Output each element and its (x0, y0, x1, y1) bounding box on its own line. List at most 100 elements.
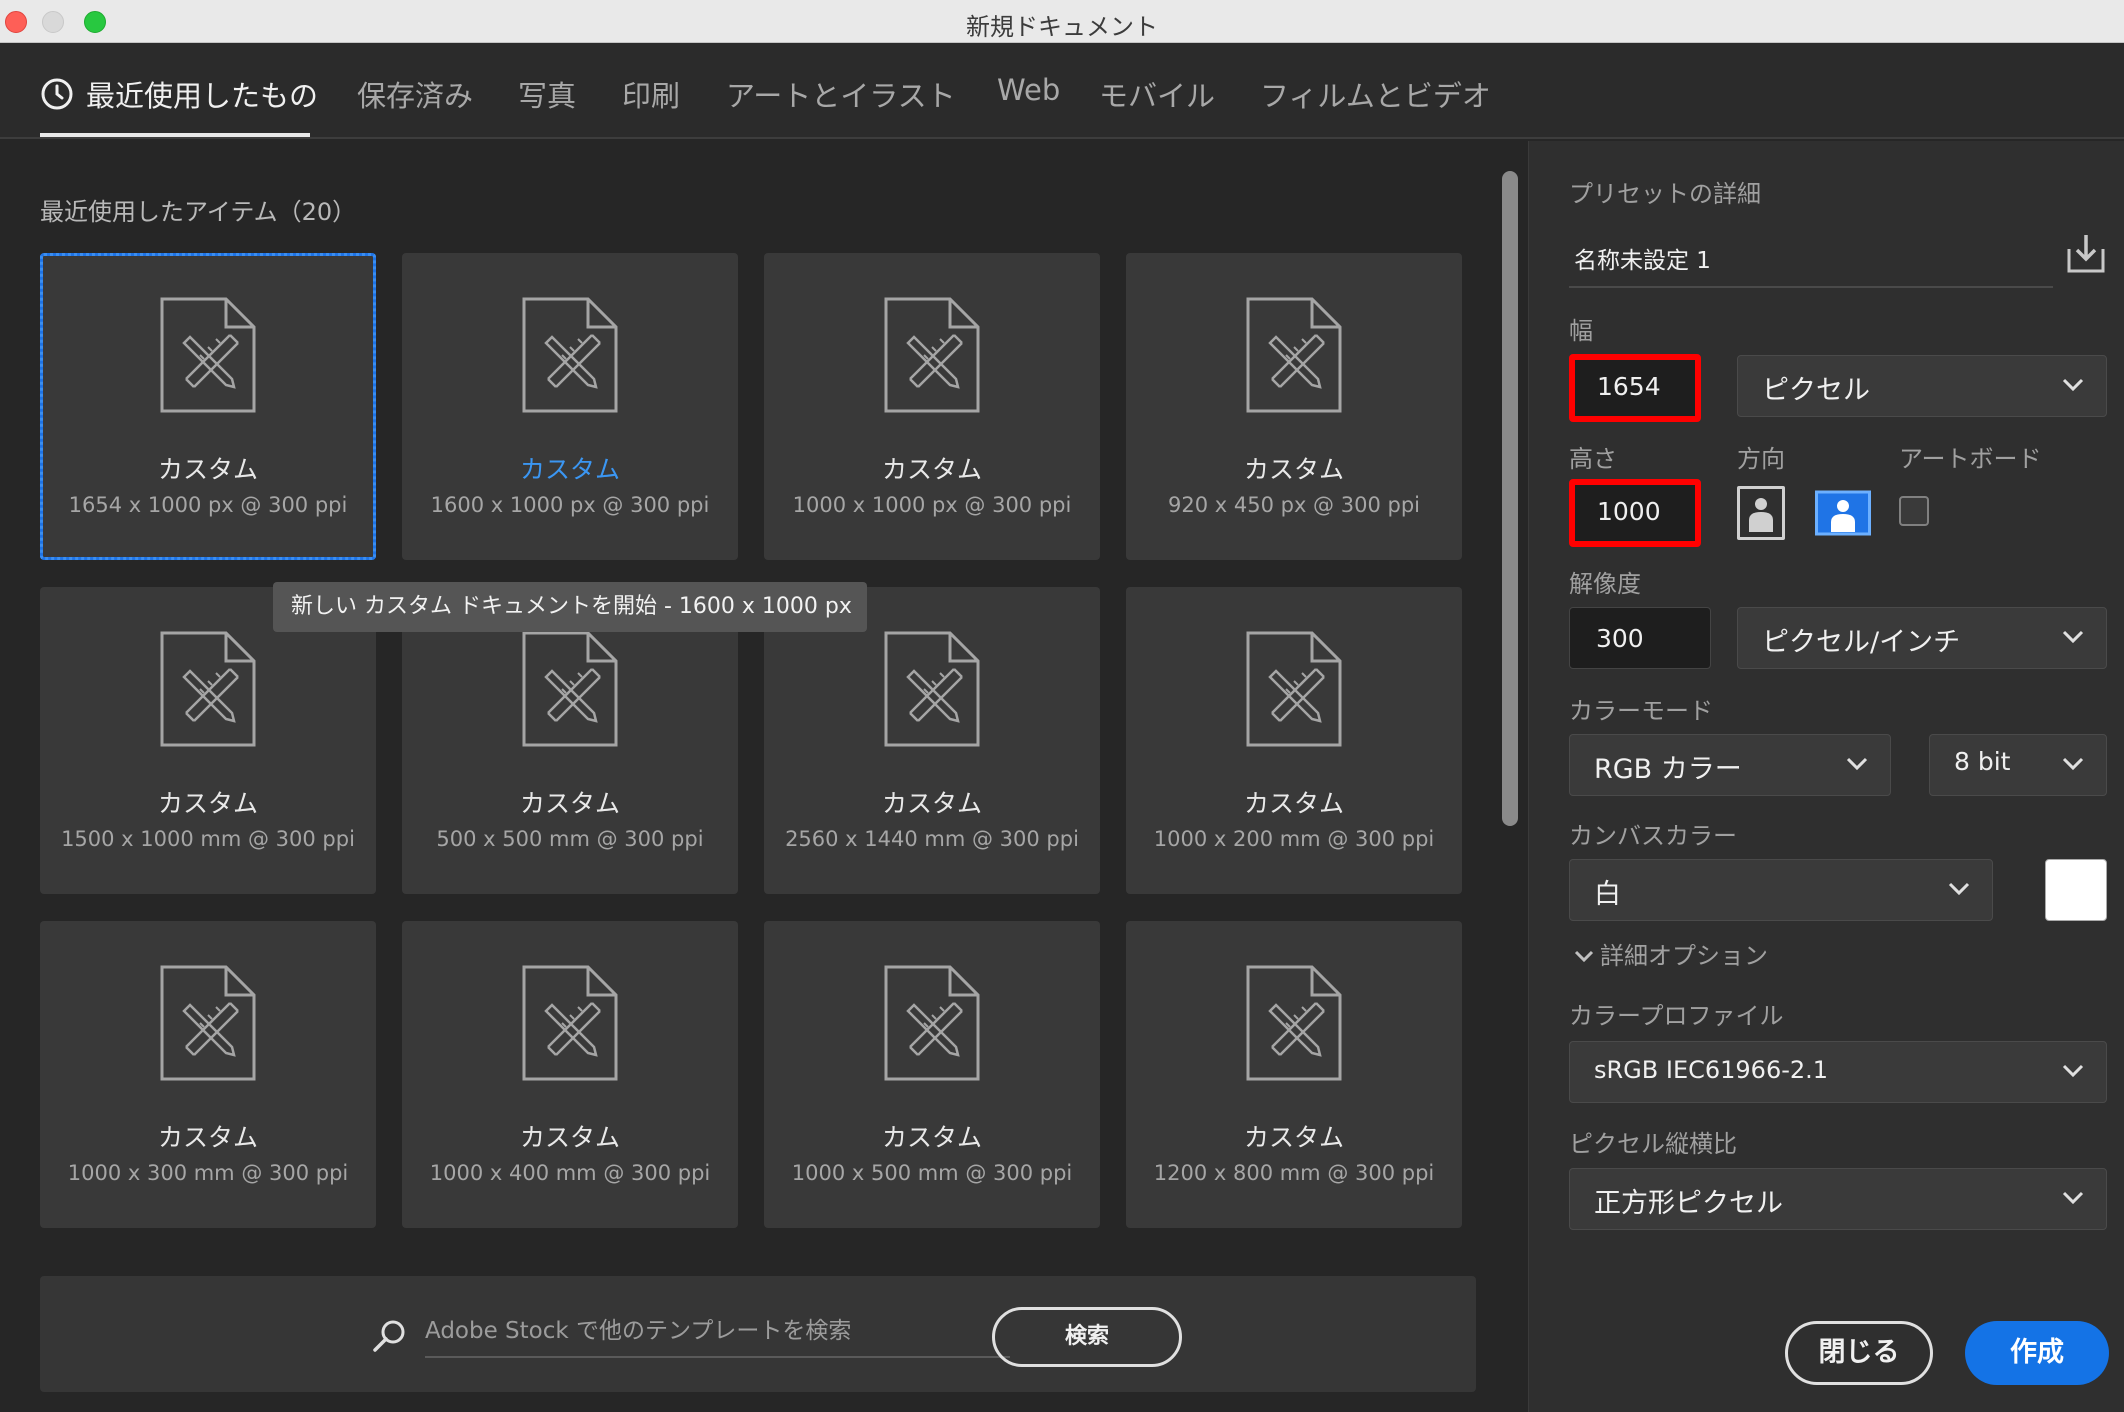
tab-saved[interactable]: 保存済み (357, 73, 473, 115)
tab-photo[interactable]: 写真 (518, 73, 576, 115)
height-input[interactable]: 1000 (1569, 479, 1701, 547)
document-name-underline (1569, 286, 2053, 288)
recent-item-name: カスタム (157, 789, 258, 818)
document-icon (884, 631, 980, 747)
document-icon (1246, 965, 1342, 1081)
recent-item-size: 1000 x 200 mm @ 300 ppi (1153, 827, 1435, 851)
chevron-down-icon (1948, 882, 1970, 896)
advanced-options-toggle[interactable]: 詳細オプション (1574, 936, 1768, 971)
tab-web[interactable]: Web (997, 73, 1060, 107)
document-icon (160, 631, 256, 747)
recent-item-card[interactable]: カスタム 1000 x 500 mm @ 300 ppi (764, 921, 1100, 1228)
bit-depth-select[interactable]: 8 bit (1929, 734, 2107, 796)
recent-item-name: カスタム (881, 1123, 982, 1152)
document-icon (522, 297, 618, 413)
recent-item-name: カスタム (1243, 455, 1344, 484)
canvas-color-select[interactable]: 白 (1569, 859, 1993, 921)
stock-search-input[interactable] (425, 1306, 1010, 1358)
document-name[interactable]: 名称未設定 1 (1574, 241, 1711, 275)
recent-item-card[interactable]: カスタム 1654 x 1000 px @ 300 ppi (40, 253, 376, 560)
recent-item-name: カスタム (519, 455, 620, 484)
color-mode-select[interactable]: RGB カラー (1569, 734, 1891, 796)
recent-item-card[interactable]: カスタム 1500 x 1000 mm @ 300 ppi (40, 587, 376, 894)
chevron-down-icon (2062, 378, 2084, 392)
recent-item-size: 920 x 450 px @ 300 ppi (1168, 493, 1420, 517)
active-tab-indicator (40, 133, 310, 137)
pixel-aspect-label: ピクセル縦横比 (1569, 1130, 1737, 1158)
chevron-down-icon (1574, 950, 1594, 963)
recent-item-name: カスタム (519, 789, 620, 818)
recent-item-size: 1200 x 800 mm @ 300 ppi (1153, 1161, 1435, 1185)
category-tabs: 最近使用したもの 保存済み 写真 印刷 アートとイラスト Web モバイル フィ… (0, 43, 2124, 139)
recent-item-card[interactable]: カスタム 1000 x 300 mm @ 300 ppi (40, 921, 376, 1228)
close-button[interactable]: 閉じる (1785, 1321, 1933, 1385)
artboard-label: アートボード (1899, 445, 2042, 473)
recent-item-name: カスタム (157, 455, 258, 484)
recent-item-card[interactable]: カスタム 1600 x 1000 px @ 300 ppi (402, 253, 738, 560)
tab-print[interactable]: 印刷 (622, 73, 680, 115)
search-icon (373, 1320, 405, 1352)
width-input[interactable]: 1654 (1569, 354, 1701, 422)
save-preset-icon[interactable] (2063, 231, 2109, 277)
recent-item-card[interactable]: カスタム 500 x 500 mm @ 300 ppi (402, 587, 738, 894)
recent-item-name: カスタム (1243, 1123, 1344, 1152)
title-bar: 新規ドキュメント (0, 0, 2124, 43)
stock-search-button[interactable]: 検索 (992, 1307, 1182, 1367)
recent-item-name: カスタム (1243, 789, 1344, 818)
resolution-label: 解像度 (1569, 570, 1641, 598)
recent-item-size: 1654 x 1000 px @ 300 ppi (68, 493, 348, 517)
document-icon (1246, 297, 1342, 413)
recent-item-size: 2560 x 1440 mm @ 300 ppi (785, 827, 1079, 851)
tab-film-video[interactable]: フィルムとビデオ (1260, 73, 1491, 115)
document-icon (1246, 631, 1342, 747)
document-icon (160, 965, 256, 1081)
preset-details-header: プリセットの詳細 (1569, 180, 1761, 208)
color-profile-select[interactable]: sRGB IEC61966-2.1 (1569, 1041, 2107, 1103)
create-button[interactable]: 作成 (1965, 1321, 2109, 1385)
document-icon (884, 297, 980, 413)
recent-item-size: 500 x 500 mm @ 300 ppi (436, 827, 704, 851)
recent-item-card[interactable]: カスタム 1000 x 1000 px @ 300 ppi (764, 253, 1100, 560)
recent-panel: 最近使用したアイテム（20） カスタム 1654 x 1000 px @ 300 … (0, 141, 1528, 1412)
recent-item-card[interactable]: カスタム 1200 x 800 mm @ 300 ppi (1126, 921, 1462, 1228)
artboard-checkbox[interactable] (1899, 496, 1929, 526)
recent-item-size: 1600 x 1000 px @ 300 ppi (430, 493, 710, 517)
landscape-orientation-icon[interactable] (1815, 486, 1871, 540)
chevron-down-icon (2062, 630, 2084, 644)
recent-item-size: 1000 x 500 mm @ 300 ppi (791, 1161, 1073, 1185)
canvas-color-swatch[interactable] (2045, 859, 2107, 921)
recent-item-card[interactable]: カスタム 1000 x 200 mm @ 300 ppi (1126, 587, 1462, 894)
color-profile-label: カラープロファイル (1569, 1002, 1784, 1030)
document-icon (522, 631, 618, 747)
window-title: 新規ドキュメント (966, 13, 1158, 41)
recent-item-size: 1000 x 1000 px @ 300 ppi (792, 493, 1072, 517)
pixel-aspect-select[interactable]: 正方形ピクセル (1569, 1168, 2107, 1230)
tooltip: 新しい カスタム ドキュメントを開始 - 1600 x 1000 px (273, 582, 867, 632)
chevron-down-icon (2062, 1191, 2084, 1205)
portrait-orientation-icon[interactable] (1737, 486, 1785, 540)
tab-recent[interactable]: 最近使用したもの (86, 73, 318, 115)
recent-item-card[interactable]: カスタム 1000 x 400 mm @ 300 ppi (402, 921, 738, 1228)
recent-items-title: 最近使用したアイテム（20） (40, 198, 357, 226)
width-unit-select[interactable]: ピクセル (1737, 355, 2107, 417)
chevron-down-icon (2062, 1064, 2084, 1078)
color-mode-label: カラーモード (1569, 697, 1713, 725)
recent-item-size: 1000 x 300 mm @ 300 ppi (67, 1161, 349, 1185)
tab-mobile[interactable]: モバイル (1099, 73, 1215, 115)
resolution-unit-select[interactable]: ピクセル/インチ (1737, 607, 2107, 669)
chevron-down-icon (1846, 757, 1868, 771)
recent-item-card[interactable]: カスタム 2560 x 1440 mm @ 300 ppi (764, 587, 1100, 894)
recent-item-size: 1500 x 1000 mm @ 300 ppi (61, 827, 355, 851)
preset-details-panel: プリセットの詳細 名称未設定 1 幅 1654 ピクセル 高さ 方向 アートボー… (1528, 141, 2124, 1412)
resolution-input[interactable]: 300 (1569, 607, 1711, 669)
clock-icon (41, 78, 73, 110)
recent-item-name: カスタム (881, 455, 982, 484)
scrollbar-thumb[interactable] (1502, 171, 1518, 826)
orientation-label: 方向 (1737, 445, 1785, 473)
recent-item-name: カスタム (519, 1123, 620, 1152)
document-icon (884, 965, 980, 1081)
tab-art-illustration[interactable]: アートとイラスト (726, 73, 956, 115)
recent-item-name: カスタム (157, 1123, 258, 1152)
recent-item-card[interactable]: カスタム 920 x 450 px @ 300 ppi (1126, 253, 1462, 560)
canvas-color-label: カンバスカラー (1569, 822, 1737, 850)
